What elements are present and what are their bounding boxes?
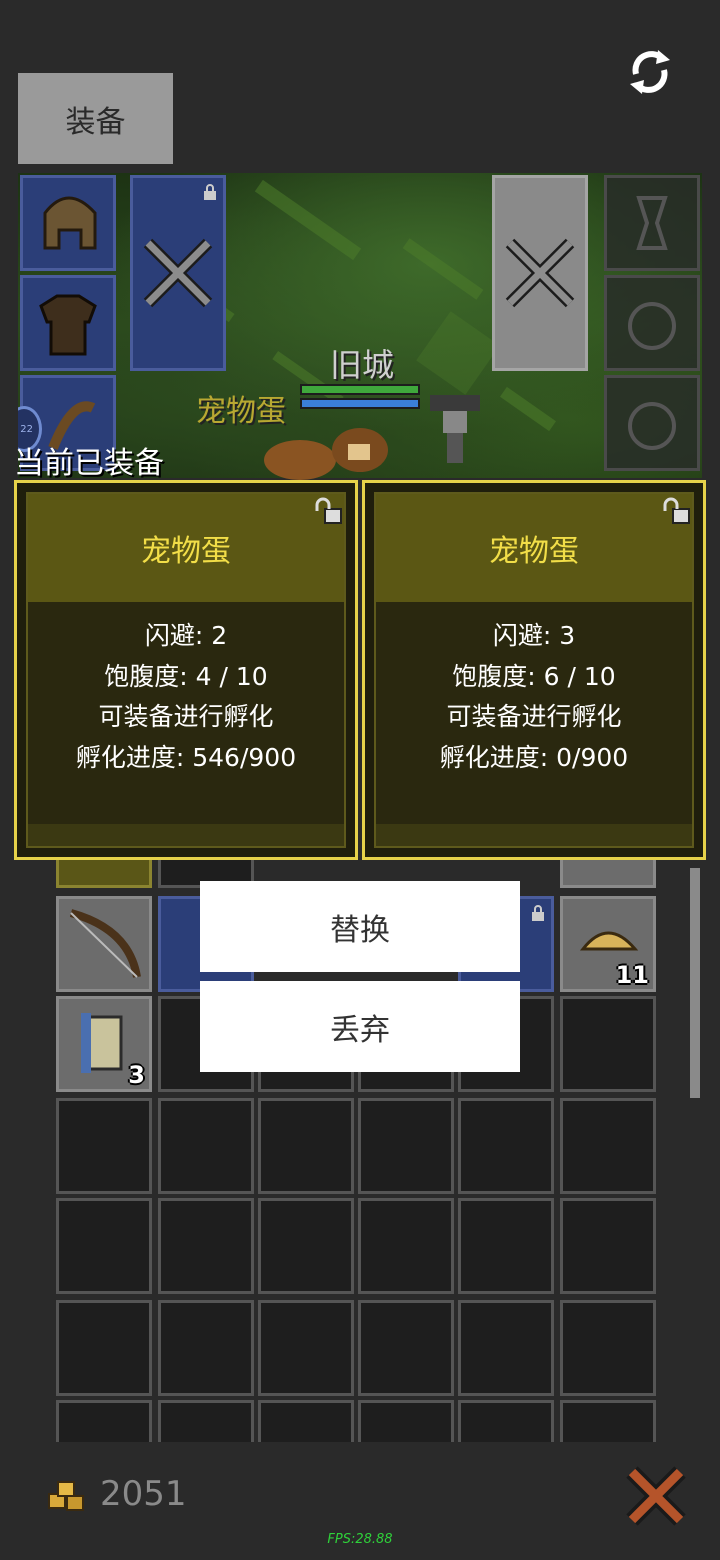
item-title: 宠物蛋 bbox=[489, 534, 579, 569]
inventory-slot[interactable] bbox=[56, 1300, 152, 1396]
dodge-stat: 闪避: 2 bbox=[144, 621, 228, 650]
pet-sprite bbox=[264, 428, 388, 480]
hp-bar bbox=[300, 384, 420, 395]
artifact-placeholder-icon bbox=[636, 196, 668, 250]
inventory-slot[interactable] bbox=[56, 860, 152, 888]
unlock-icon bbox=[663, 497, 690, 524]
close-icon[interactable] bbox=[624, 1464, 688, 1528]
inventory-slot[interactable] bbox=[158, 1300, 254, 1396]
helmet-slot[interactable] bbox=[20, 175, 116, 271]
inventory-slot[interactable] bbox=[458, 1098, 554, 1194]
equipped-item-card: 宠物蛋 闪避: 2 饱腹度: 4 / 10 可装备进行孵化 孵化进度: 546/… bbox=[14, 480, 358, 860]
inventory-slot[interactable] bbox=[560, 1198, 656, 1294]
lock-icon bbox=[204, 184, 216, 200]
inventory-slot[interactable] bbox=[258, 1198, 354, 1294]
inventory-slot[interactable] bbox=[458, 1198, 554, 1294]
gold-icon bbox=[48, 1481, 84, 1511]
helmet-icon bbox=[43, 196, 97, 250]
inventory-slot[interactable] bbox=[158, 1098, 254, 1194]
inventory-slot[interactable] bbox=[560, 996, 656, 1092]
inventory-slot[interactable] bbox=[358, 1400, 454, 1442]
satiety-stat: 饱腹度: 6 / 10 bbox=[452, 661, 616, 691]
hatch-progress: 孵化进度: 0/900 bbox=[439, 742, 629, 772]
item-count: 3 bbox=[128, 1061, 145, 1089]
inventory-slot[interactable] bbox=[458, 1400, 554, 1442]
inventory-slot[interactable] bbox=[158, 1400, 254, 1442]
inventory-slot[interactable] bbox=[560, 1400, 656, 1442]
inventory-slot[interactable] bbox=[258, 1300, 354, 1396]
ring-placeholder-icon bbox=[628, 302, 676, 350]
item-title: 宠物蛋 bbox=[141, 534, 231, 569]
selected-item-card: 宠物蛋 闪避: 3 饱腹度: 6 / 10 可装备进行孵化 孵化进度: 0/90… bbox=[362, 480, 706, 860]
inventory-slot[interactable] bbox=[56, 1400, 152, 1442]
ring-slot-1[interactable] bbox=[604, 275, 700, 371]
armor-icon bbox=[39, 294, 97, 356]
inventory-slot[interactable] bbox=[158, 1198, 254, 1294]
empty-slot-icon bbox=[143, 238, 213, 308]
map-name: 旧城 bbox=[330, 346, 395, 384]
gold-amount: 2051 bbox=[100, 1474, 187, 1514]
fps-counter: FPS:28.88 bbox=[327, 1532, 393, 1547]
inventory-slot[interactable] bbox=[56, 1198, 152, 1294]
artifact-slot[interactable] bbox=[604, 175, 700, 271]
weapon-slot[interactable] bbox=[130, 175, 226, 371]
item-count: 11 bbox=[615, 961, 649, 989]
inventory-slot[interactable] bbox=[458, 1300, 554, 1396]
inventory-slot[interactable] bbox=[358, 1300, 454, 1396]
inventory-slot[interactable] bbox=[56, 896, 152, 992]
refresh-icon[interactable] bbox=[622, 44, 678, 100]
lock-icon bbox=[532, 905, 544, 921]
mp-bar bbox=[300, 398, 420, 409]
armor-slot[interactable] bbox=[20, 275, 116, 371]
unlock-icon bbox=[315, 497, 342, 524]
inventory-slot[interactable] bbox=[560, 860, 656, 888]
current-equipped-label: 当前已装备 bbox=[14, 446, 164, 481]
hatch-note: 可装备进行孵化 bbox=[98, 702, 274, 731]
discard-button[interactable]: 丢弃 bbox=[200, 981, 520, 1072]
inventory-slot[interactable] bbox=[56, 1098, 152, 1194]
bow-icon bbox=[69, 909, 141, 978]
inventory-slot[interactable] bbox=[258, 1400, 354, 1442]
dodge-stat: 闪避: 3 bbox=[492, 621, 576, 650]
hatch-note: 可装备进行孵化 bbox=[446, 702, 622, 731]
hatch-progress: 孵化进度: 546/900 bbox=[75, 742, 297, 772]
inventory-slot[interactable] bbox=[560, 1098, 656, 1194]
replace-button[interactable]: 替换 bbox=[200, 881, 520, 972]
inventory-slot-scroll[interactable]: 3 bbox=[56, 996, 152, 1092]
inventory-slot[interactable] bbox=[258, 1098, 354, 1194]
empty-slot-icon bbox=[505, 238, 575, 308]
ring-placeholder-icon bbox=[628, 402, 676, 450]
hero-sprite bbox=[430, 395, 480, 463]
equip-tab[interactable]: 装备 bbox=[18, 73, 173, 164]
inventory-slot[interactable] bbox=[358, 1098, 454, 1194]
inventory-slot[interactable] bbox=[560, 1300, 656, 1396]
ring-slot-2[interactable] bbox=[604, 375, 700, 471]
satiety-stat: 饱腹度: 4 / 10 bbox=[104, 661, 268, 691]
inventory-slot[interactable] bbox=[358, 1198, 454, 1294]
inventory-slot-bread[interactable]: 11 bbox=[560, 896, 656, 992]
offhand-slot[interactable] bbox=[492, 175, 588, 371]
inventory-scrollbar[interactable] bbox=[690, 868, 700, 1098]
